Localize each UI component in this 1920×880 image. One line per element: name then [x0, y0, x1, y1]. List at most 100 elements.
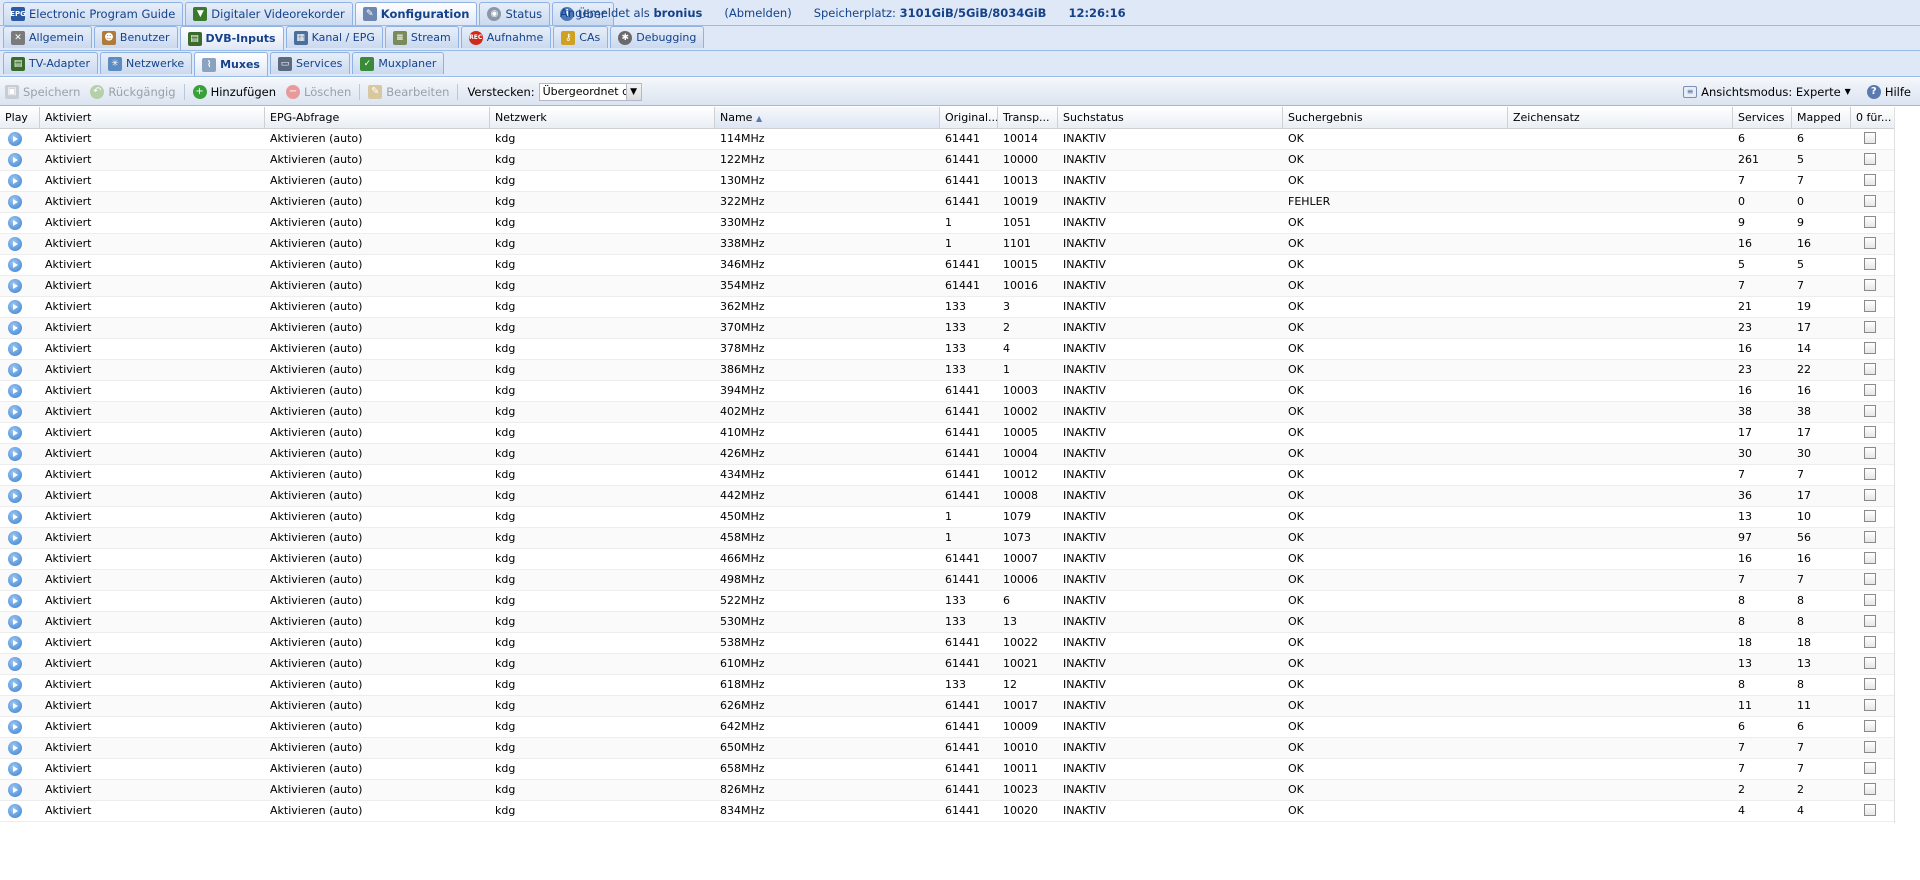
play-icon[interactable] [8, 195, 22, 209]
play-icon[interactable] [8, 804, 22, 818]
row-checkbox[interactable] [1864, 594, 1876, 606]
play-icon[interactable] [8, 384, 22, 398]
play-icon[interactable] [8, 279, 22, 293]
play-icon[interactable] [8, 300, 22, 314]
add-button[interactable]: + Hinzufügen [188, 81, 281, 103]
table-row[interactable]: Aktiviert Aktivieren (auto) kdg 354MHz 61441… [0, 276, 1895, 297]
table-row[interactable]: Aktiviert Aktivieren (auto) kdg 458MHz 1 1073… [0, 528, 1895, 549]
view-mode-menu[interactable]: ≡ Ansichtsmodus: Experte ▼ [1678, 81, 1856, 103]
row-checkbox[interactable] [1864, 363, 1876, 375]
table-row[interactable]: Aktiviert Aktivieren (auto) kdg 338MHz 1 1101… [0, 234, 1895, 255]
play-icon[interactable] [8, 447, 22, 461]
tab-epg[interactable]: EPG Electronic Program Guide [3, 2, 184, 25]
table-row[interactable]: Aktiviert Aktivieren (auto) kdg 330MHz 1 1051… [0, 213, 1895, 234]
play-icon[interactable] [8, 720, 22, 734]
table-row[interactable]: Aktiviert Aktivieren (auto) kdg 426MHz 61441… [0, 444, 1895, 465]
play-icon[interactable] [8, 258, 22, 272]
row-checkbox[interactable] [1864, 300, 1876, 312]
table-row[interactable]: Aktiviert Aktivieren (auto) kdg 378MHz 133 4 I… [0, 339, 1895, 360]
column-header-mapped[interactable]: Mapped [1792, 107, 1851, 128]
play-icon[interactable] [8, 363, 22, 377]
column-header-transport-stream-id[interactable]: Transp... [998, 107, 1058, 128]
row-checkbox[interactable] [1864, 678, 1876, 690]
play-icon[interactable] [8, 657, 22, 671]
table-row[interactable]: Aktiviert Aktivieren (auto) kdg 402MHz 61441… [0, 402, 1895, 423]
column-header-name[interactable]: Name ▲ [715, 107, 940, 128]
edit-button[interactable]: ✎ Bearbeiten [363, 81, 454, 103]
table-row[interactable]: Aktiviert Aktivieren (auto) kdg 322MHz 61441… [0, 192, 1895, 213]
table-row[interactable]: Aktiviert Aktivieren (auto) kdg 386MHz 133 1 I… [0, 360, 1895, 381]
play-icon[interactable] [8, 510, 22, 524]
row-checkbox[interactable] [1864, 258, 1876, 270]
table-row[interactable]: Aktiviert Aktivieren (auto) kdg 450MHz 1 1079… [0, 507, 1895, 528]
row-checkbox[interactable] [1864, 573, 1876, 585]
column-header-network[interactable]: Netzwerk [490, 107, 715, 128]
row-checkbox[interactable] [1864, 804, 1876, 816]
chevron-down-icon[interactable]: ▼ [625, 83, 641, 100]
play-icon[interactable] [8, 237, 22, 251]
row-checkbox[interactable] [1864, 195, 1876, 207]
row-checkbox[interactable] [1864, 405, 1876, 417]
play-icon[interactable] [8, 321, 22, 335]
row-checkbox[interactable] [1864, 132, 1876, 144]
table-row[interactable]: Aktiviert Aktivieren (auto) kdg 834MHz 61441… [0, 801, 1895, 822]
play-icon[interactable] [8, 342, 22, 356]
row-checkbox[interactable] [1864, 552, 1876, 564]
play-icon[interactable] [8, 741, 22, 755]
column-header-enabled[interactable]: Aktiviert [40, 107, 265, 128]
row-checkbox[interactable] [1864, 531, 1876, 543]
table-row[interactable]: Aktiviert Aktivieren (auto) kdg 346MHz 61441… [0, 255, 1895, 276]
row-checkbox[interactable] [1864, 237, 1876, 249]
tab-tv-adapter[interactable]: ▤ TV-Adapter [3, 52, 98, 74]
column-header-scan-status[interactable]: Suchstatus [1058, 107, 1283, 128]
tab-users[interactable]: ☻ Benutzer [93, 26, 178, 48]
row-checkbox[interactable] [1864, 657, 1876, 669]
column-header-epg[interactable]: EPG-Abfrage [265, 107, 490, 128]
hide-select[interactable]: Übergeordnet d ▼ [538, 82, 642, 101]
play-icon[interactable] [8, 552, 22, 566]
row-checkbox[interactable] [1864, 447, 1876, 459]
row-checkbox[interactable] [1864, 216, 1876, 228]
row-checkbox[interactable] [1864, 468, 1876, 480]
table-row[interactable]: Aktiviert Aktivieren (auto) kdg 498MHz 61441… [0, 570, 1895, 591]
table-row[interactable]: Aktiviert Aktivieren (auto) kdg 466MHz 61441… [0, 549, 1895, 570]
help-button[interactable]: ? Hilfe [1862, 81, 1916, 103]
row-checkbox[interactable] [1864, 720, 1876, 732]
tab-status[interactable]: ◉ Status [479, 2, 551, 25]
row-checkbox[interactable] [1864, 636, 1876, 648]
play-icon[interactable] [8, 573, 22, 587]
table-row[interactable]: Aktiviert Aktivieren (auto) kdg 650MHz 61441… [0, 738, 1895, 759]
play-icon[interactable] [8, 132, 22, 146]
column-header-charset[interactable]: Zeichensatz [1508, 107, 1733, 128]
column-header-checkbox[interactable]: 0 für... [1851, 107, 1895, 128]
column-header-scan-result[interactable]: Suchergebnis [1283, 107, 1508, 128]
table-row[interactable]: Aktiviert Aktivieren (auto) kdg 130MHz 61441… [0, 171, 1895, 192]
row-checkbox[interactable] [1864, 384, 1876, 396]
row-checkbox[interactable] [1864, 615, 1876, 627]
table-row[interactable]: Aktiviert Aktivieren (auto) kdg 522MHz 133 6 I… [0, 591, 1895, 612]
logout-link[interactable]: (Abmelden) [724, 6, 791, 20]
table-row[interactable]: Aktiviert Aktivieren (auto) kdg 442MHz 61441… [0, 486, 1895, 507]
table-row[interactable]: Aktiviert Aktivieren (auto) kdg 370MHz 133 2 I… [0, 318, 1895, 339]
row-checkbox[interactable] [1864, 321, 1876, 333]
tab-channel-epg[interactable]: ▦ Kanal / EPG [285, 26, 383, 48]
play-icon[interactable] [8, 531, 22, 545]
row-checkbox[interactable] [1864, 741, 1876, 753]
tab-cas[interactable]: ⚷ CAs [553, 26, 609, 48]
row-checkbox[interactable] [1864, 426, 1876, 438]
play-icon[interactable] [8, 615, 22, 629]
tab-muxes[interactable]: ⌇ Muxes [194, 52, 268, 76]
play-icon[interactable] [8, 783, 22, 797]
row-checkbox[interactable] [1864, 174, 1876, 186]
table-row[interactable]: Aktiviert Aktivieren (auto) kdg 434MHz 61441… [0, 465, 1895, 486]
play-icon[interactable] [8, 153, 22, 167]
table-row[interactable]: Aktiviert Aktivieren (auto) kdg 626MHz 61441… [0, 696, 1895, 717]
tab-muxplaner[interactable]: ✓ Muxplaner [352, 52, 445, 74]
row-checkbox[interactable] [1864, 510, 1876, 522]
tab-dvr[interactable]: ▼ Digitaler Videorekorder [185, 2, 353, 25]
table-row[interactable]: Aktiviert Aktivieren (auto) kdg 530MHz 133 13… [0, 612, 1895, 633]
tab-networks[interactable]: ✳ Netzwerke [99, 52, 193, 74]
play-icon[interactable] [8, 468, 22, 482]
row-checkbox[interactable] [1864, 153, 1876, 165]
column-header-play[interactable]: Play [0, 107, 40, 128]
